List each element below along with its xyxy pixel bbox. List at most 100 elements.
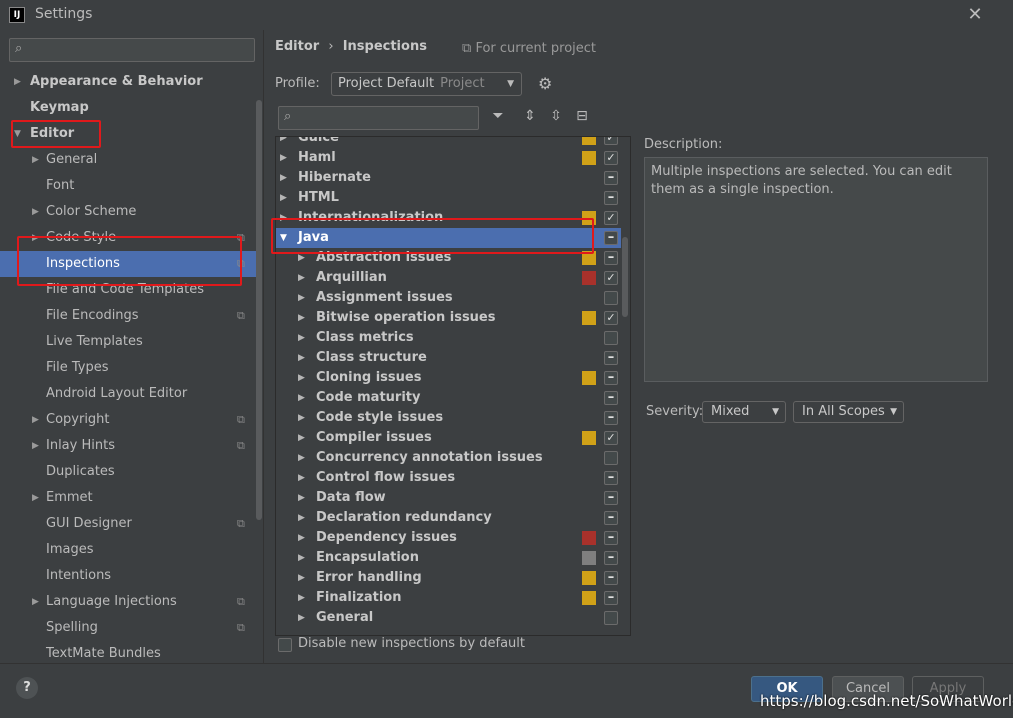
filter-icon[interactable]: ⏷: [489, 108, 507, 124]
expand-arrow-icon[interactable]: ▶: [32, 407, 39, 433]
sidebar-item[interactable]: File Types: [0, 355, 262, 381]
scope-dropdown[interactable]: In All Scopes ▼: [793, 401, 904, 423]
inspection-row[interactable]: ▶ Class metrics: [276, 328, 621, 348]
sidebar-item[interactable]: File and Code Templates: [0, 277, 262, 303]
sidebar-item[interactable]: ▶ Appearance & Behavior: [0, 69, 262, 95]
inspection-checkbox[interactable]: –: [604, 171, 618, 185]
inspection-row[interactable]: ▶ Code maturity –: [276, 388, 621, 408]
expand-arrow-icon[interactable]: ▶: [298, 328, 305, 348]
inspection-checkbox[interactable]: –: [604, 551, 618, 565]
expand-arrow-icon[interactable]: ▶: [280, 168, 287, 188]
inspection-checkbox[interactable]: [604, 611, 618, 625]
inspection-row[interactable]: ▼ Java –: [276, 228, 621, 248]
inspection-row[interactable]: ▶ Class structure –: [276, 348, 621, 368]
sidebar-item[interactable]: File Encodings ⧉: [0, 303, 262, 329]
expand-arrow-icon[interactable]: ▶: [280, 137, 287, 148]
sidebar-item[interactable]: Inspections ⧉: [0, 251, 262, 277]
expand-arrow-icon[interactable]: ▶: [298, 548, 305, 568]
expand-arrow-icon[interactable]: ▶: [298, 608, 305, 628]
disable-new-checkbox[interactable]: [278, 638, 292, 652]
inspection-row[interactable]: ▶ Finalization –: [276, 588, 621, 608]
severity-dropdown[interactable]: Mixed ▼: [702, 401, 786, 423]
sidebar-item[interactable]: Android Layout Editor: [0, 381, 262, 407]
expand-arrow-icon[interactable]: ▶: [298, 588, 305, 608]
expand-arrow-icon[interactable]: ▶: [32, 199, 39, 225]
help-button[interactable]: ?: [16, 677, 38, 699]
expand-arrow-icon[interactable]: ▶: [32, 225, 39, 251]
inspection-checkbox[interactable]: ✓: [604, 311, 618, 325]
collapse-all-icon[interactable]: ⇳: [547, 108, 565, 124]
inspection-checkbox[interactable]: –: [604, 391, 618, 405]
inspection-checkbox[interactable]: ✓: [604, 431, 618, 445]
inspection-row[interactable]: ▶ Guice ✓: [276, 137, 621, 148]
expand-arrow-icon[interactable]: ▶: [32, 485, 39, 511]
sidebar-search-input[interactable]: ⌕: [9, 38, 255, 62]
inspection-checkbox[interactable]: –: [604, 511, 618, 525]
inspection-checkbox[interactable]: [604, 451, 618, 465]
inspection-row[interactable]: ▶ Arquillian ✓: [276, 268, 621, 288]
reset-icon[interactable]: ⊟: [573, 108, 591, 124]
sidebar-item[interactable]: GUI Designer ⧉: [0, 511, 262, 537]
inspection-checkbox[interactable]: –: [604, 471, 618, 485]
inspection-checkbox[interactable]: –: [604, 231, 618, 245]
inspection-checkbox[interactable]: –: [604, 491, 618, 505]
expand-arrow-icon[interactable]: ▶: [298, 308, 305, 328]
expand-arrow-icon[interactable]: ▶: [298, 368, 305, 388]
sidebar-item[interactable]: ▶ Code Style ⧉: [0, 225, 262, 251]
expand-arrow-icon[interactable]: ▶: [32, 433, 39, 459]
expand-arrow-icon[interactable]: ▶: [298, 268, 305, 288]
expand-arrow-icon[interactable]: ▶: [298, 468, 305, 488]
expand-arrow-icon[interactable]: ▶: [14, 69, 21, 95]
inspection-row[interactable]: ▶ Code style issues –: [276, 408, 621, 428]
expand-arrow-icon[interactable]: ▶: [298, 248, 305, 268]
expand-arrow-icon[interactable]: ▶: [32, 147, 39, 173]
sidebar-item[interactable]: Images: [0, 537, 262, 563]
inspection-row[interactable]: ▶ Concurrency annotation issues: [276, 448, 621, 468]
inspection-row[interactable]: ▶ Abstraction issues –: [276, 248, 621, 268]
inspection-checkbox[interactable]: –: [604, 571, 618, 585]
inspection-row[interactable]: ▶ Internationalization ✓: [276, 208, 621, 228]
sidebar-item[interactable]: ▶ Emmet: [0, 485, 262, 511]
expand-arrow-icon[interactable]: ▶: [298, 528, 305, 548]
inspection-row[interactable]: ▶ Encapsulation –: [276, 548, 621, 568]
expand-arrow-icon[interactable]: ▶: [298, 348, 305, 368]
inspection-row[interactable]: ▶ Declaration redundancy –: [276, 508, 621, 528]
inspection-checkbox[interactable]: –: [604, 591, 618, 605]
inspection-row[interactable]: ▶ Haml ✓: [276, 148, 621, 168]
inspection-search-input[interactable]: ⌕: [278, 106, 479, 130]
inspection-checkbox[interactable]: ✓: [604, 137, 618, 145]
profile-dropdown[interactable]: Project Default Project ▼: [331, 72, 522, 96]
sidebar-item[interactable]: ▶ Language Injections ⧉: [0, 589, 262, 615]
inspection-row[interactable]: ▶ Compiler issues ✓: [276, 428, 621, 448]
expand-arrow-icon[interactable]: ▶: [280, 208, 287, 228]
expand-arrow-icon[interactable]: ▶: [298, 488, 305, 508]
inspection-checkbox[interactable]: ✓: [604, 271, 618, 285]
sidebar-scrollbar[interactable]: [256, 100, 262, 520]
inspection-row[interactable]: ▶ Cloning issues –: [276, 368, 621, 388]
expand-arrow-icon[interactable]: ▶: [298, 388, 305, 408]
inspection-checkbox[interactable]: –: [604, 191, 618, 205]
breadcrumb-parent[interactable]: Editor: [275, 39, 319, 54]
close-icon[interactable]: ✕: [963, 3, 987, 27]
inspection-checkbox[interactable]: –: [604, 411, 618, 425]
inspection-row[interactable]: ▶ Hibernate –: [276, 168, 621, 188]
expand-arrow-icon[interactable]: ▶: [298, 408, 305, 428]
expand-arrow-icon[interactable]: ▶: [298, 508, 305, 528]
sidebar-item[interactable]: ▶ Color Scheme: [0, 199, 262, 225]
sidebar-item[interactable]: ▶ General: [0, 147, 262, 173]
sidebar-item[interactable]: Duplicates: [0, 459, 262, 485]
inspection-checkbox[interactable]: [604, 331, 618, 345]
sidebar-item[interactable]: ▶ Inlay Hints ⧉: [0, 433, 262, 459]
inspection-row[interactable]: ▶ General: [276, 608, 621, 628]
sidebar-item[interactable]: Intentions: [0, 563, 262, 589]
expand-arrow-icon[interactable]: ▶: [298, 428, 305, 448]
inspection-row[interactable]: ▶ Assignment issues: [276, 288, 621, 308]
inspection-scrollbar[interactable]: [622, 237, 628, 317]
expanded-arrow-icon[interactable]: ▼: [14, 121, 21, 147]
sidebar-item[interactable]: Font: [0, 173, 262, 199]
expand-all-icon[interactable]: ⇕: [521, 108, 539, 124]
inspection-row[interactable]: ▶ Control flow issues –: [276, 468, 621, 488]
inspection-checkbox[interactable]: ✓: [604, 151, 618, 165]
expand-arrow-icon[interactable]: ▶: [280, 188, 287, 208]
inspection-checkbox[interactable]: –: [604, 251, 618, 265]
